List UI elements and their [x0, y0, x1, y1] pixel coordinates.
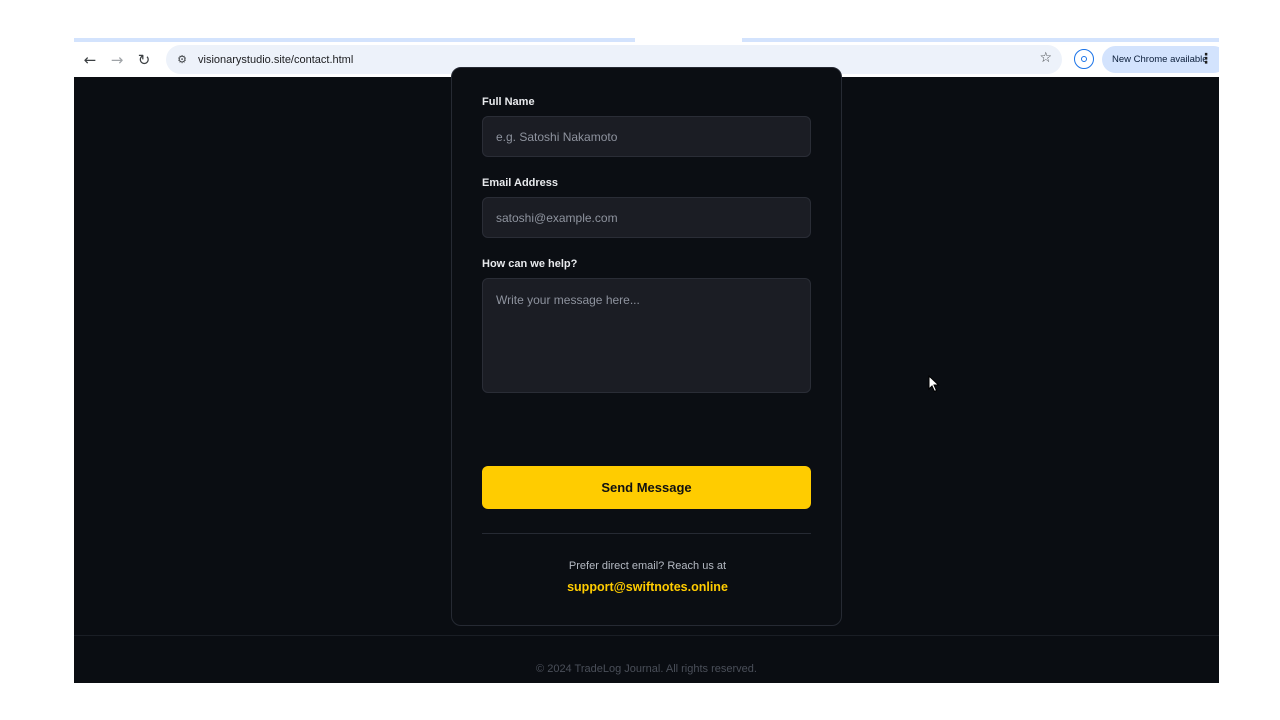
direct-email-prompt: Prefer direct email? Reach us at — [568, 560, 727, 572]
back-icon[interactable]: ← — [79, 49, 101, 71]
support-email-link[interactable]: support@swiftnotes.online — [452, 580, 843, 594]
footer-divider — [74, 635, 1219, 636]
update-chrome-button[interactable]: New Chrome available ⋮ — [1102, 46, 1219, 73]
url-text[interactable]: visionarystudio.site/contact.html — [198, 54, 353, 66]
full-name-label: Full Name — [482, 96, 535, 108]
update-chrome-label: New Chrome available — [1112, 54, 1208, 65]
card-divider — [482, 533, 811, 534]
reload-icon[interactable]: ↻ — [133, 49, 155, 71]
mouse-cursor-icon — [928, 375, 940, 393]
message-label: How can we help? — [482, 258, 578, 270]
page-content: Full Name e.g. Satoshi Nakamoto Email Ad… — [74, 67, 1219, 683]
bookmark-star-icon[interactable]: ☆ — [1039, 50, 1052, 66]
message-placeholder: Write your message here... — [496, 293, 640, 307]
full-name-placeholder: e.g. Satoshi Nakamoto — [496, 129, 618, 144]
full-name-input[interactable]: e.g. Satoshi Nakamoto — [482, 116, 811, 157]
browser-window: ← → ↻ ⚙ visionarystudio.site/contact.htm… — [74, 38, 1219, 683]
profile-avatar-icon[interactable] — [1074, 49, 1094, 69]
site-info-icon[interactable]: ⚙ — [172, 53, 192, 66]
kebab-menu-icon[interactable]: ⋮ — [1199, 50, 1213, 67]
forward-icon[interactable]: → — [106, 49, 128, 71]
footer-copyright: © 2024 TradeLog Journal. All rights rese… — [536, 663, 757, 675]
profile-head-shape — [1081, 56, 1087, 62]
send-message-button[interactable]: Send Message — [482, 466, 811, 509]
email-address-label: Email Address — [482, 177, 559, 189]
message-textarea[interactable]: Write your message here... — [482, 278, 811, 393]
contact-form-card: Full Name e.g. Satoshi Nakamoto Email Ad… — [451, 67, 842, 626]
email-address-placeholder: satoshi@example.com — [496, 210, 618, 225]
email-address-input[interactable]: satoshi@example.com — [482, 197, 811, 238]
